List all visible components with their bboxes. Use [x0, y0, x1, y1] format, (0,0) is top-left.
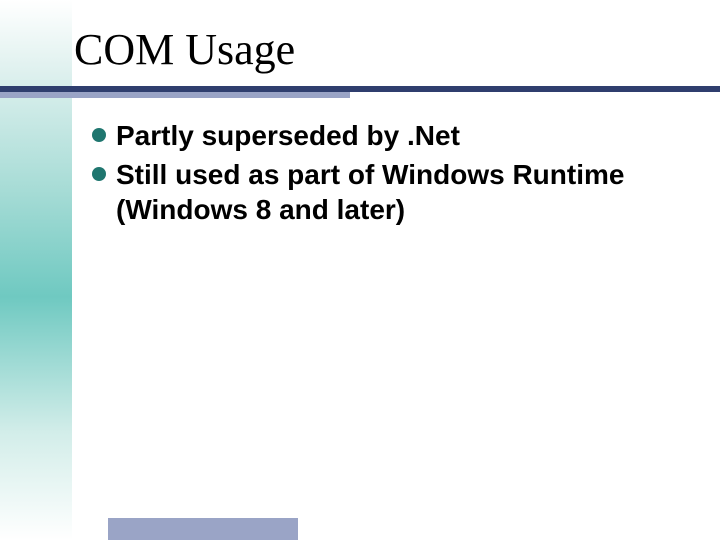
list-item: Still used as part of Windows Runtime (W…	[92, 157, 652, 227]
title-underline-light	[0, 92, 350, 98]
bullet-text: Still used as part of Windows Runtime (W…	[116, 157, 652, 227]
bullet-icon	[92, 167, 106, 181]
bullet-icon	[92, 128, 106, 142]
slide-title: COM Usage	[74, 24, 295, 75]
bullet-text: Partly superseded by .Net	[116, 118, 460, 153]
content-area: Partly superseded by .Net Still used as …	[92, 118, 652, 231]
slide: COM Usage Partly superseded by .Net Stil…	[0, 0, 720, 540]
list-item: Partly superseded by .Net	[92, 118, 652, 153]
side-gradient-decoration	[0, 0, 72, 540]
footer-accent-bar	[108, 518, 298, 540]
